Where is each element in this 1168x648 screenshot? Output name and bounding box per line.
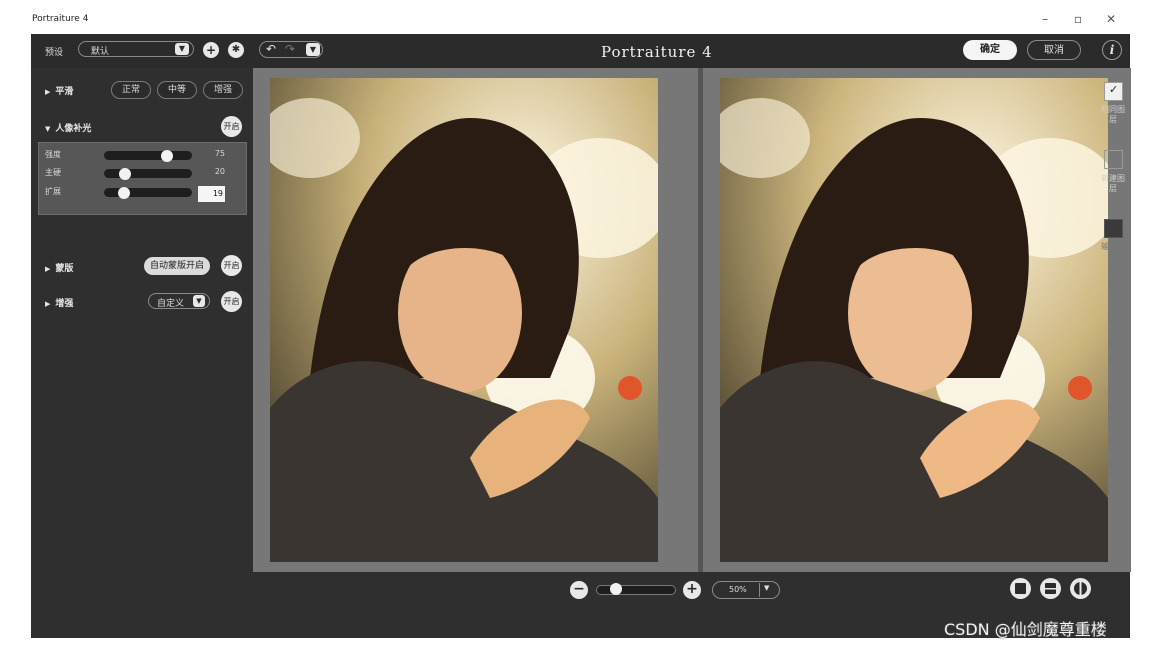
split-horizontal-icon: [1045, 583, 1056, 594]
preset-select[interactable]: 默认 ▼: [78, 41, 194, 57]
enhance-select-value: 自定义: [157, 299, 185, 309]
split-vertical-view-button[interactable]: [1070, 578, 1091, 599]
portrait-light-section-header[interactable]: ▼ 人像补光: [45, 121, 91, 134]
portrait-light-sliders: 强度 75 主硬 20 扩展 19: [38, 142, 247, 215]
watermark: CSDN @仙剑魔尊重楼: [944, 620, 1107, 639]
smooth-strong-button[interactable]: 增强: [203, 81, 243, 99]
preview-area: [253, 68, 1131, 572]
portrait-light-toggle[interactable]: 开启: [221, 116, 242, 137]
zoom-out-button[interactable]: −: [570, 581, 588, 599]
info-button[interactable]: i: [1102, 40, 1122, 60]
hardness-slider[interactable]: [104, 167, 192, 180]
zoom-slider-knob[interactable]: [609, 583, 622, 595]
single-view-button[interactable]: [1010, 578, 1031, 599]
minimize-icon[interactable]: –: [1038, 12, 1052, 26]
window-title: Portraiture 4: [32, 14, 89, 24]
portrait-light-label: 人像补光: [55, 124, 92, 134]
chevron-down-icon: ▼: [193, 295, 205, 307]
gear-icon: ✱: [231, 44, 241, 55]
same-layer-checkbox[interactable]: ✓: [1104, 82, 1123, 101]
auto-mask-button[interactable]: 自动蒙版开启: [144, 257, 210, 275]
minus-icon: −: [573, 581, 585, 597]
preview-divider[interactable]: [698, 68, 703, 572]
chevron-down-icon: ▼: [175, 43, 189, 55]
slider-value: 20: [214, 167, 225, 176]
zoom-in-button[interactable]: +: [683, 581, 701, 599]
slider-label: 扩展: [45, 187, 61, 196]
preset-value: 默认: [91, 47, 110, 57]
app-window: 预设 默认 ▼ + ✱ ↶ ↷ ▼ Portraiture 4 确定 取消 i …: [31, 34, 1131, 638]
preset-label: 预设: [45, 48, 64, 58]
zoom-value: 50%: [729, 585, 747, 594]
smooth-label: 平滑: [55, 87, 74, 97]
extend-value-input[interactable]: 19: [198, 186, 225, 202]
extend-slider[interactable]: [104, 186, 192, 199]
expand-triangle-icon: ▶: [45, 265, 51, 273]
preview-photo[interactable]: [720, 78, 1108, 562]
close-icon[interactable]: ✕: [1104, 12, 1118, 26]
window-titlebar: [0, 0, 1168, 34]
history-controls: ↶ ↷ ▼: [259, 41, 323, 58]
collapse-triangle-icon: ▼: [45, 125, 51, 133]
chevron-down-icon: ▼: [764, 584, 770, 592]
smooth-medium-button[interactable]: 中等: [157, 81, 197, 99]
confirm-button[interactable]: 确定: [963, 40, 1017, 60]
check-icon: ✓: [1109, 83, 1119, 96]
mask-label: 蒙版: [55, 264, 74, 274]
slider-knob[interactable]: [118, 186, 131, 199]
output-mask-checkbox: [1104, 219, 1123, 238]
expand-triangle-icon: ▶: [45, 88, 51, 96]
split-horizontal-view-button[interactable]: [1040, 578, 1061, 599]
add-preset-button[interactable]: +: [203, 42, 219, 58]
enhance-label: 增强: [55, 299, 74, 309]
app-logo: Portraiture 4: [601, 43, 713, 61]
smooth-section-header[interactable]: ▶ 平滑: [45, 84, 73, 97]
zoom-select-divider: [759, 583, 760, 597]
restore-icon[interactable]: ▫: [1071, 12, 1085, 26]
mask-section-header[interactable]: ▶ 蒙版: [45, 261, 73, 274]
undo-icon[interactable]: ↶: [266, 42, 276, 56]
enhance-select[interactable]: 自定义 ▼: [148, 293, 210, 309]
mask-toggle[interactable]: 开启: [221, 255, 242, 276]
smooth-normal-button[interactable]: 正常: [111, 81, 151, 99]
top-bar: 预设 默认 ▼ + ✱ ↶ ↷ ▼ Portraiture 4 确定 取消 i: [31, 34, 1130, 68]
enhance-section-header[interactable]: ▶ 增强: [45, 296, 73, 309]
single-view-icon: [1015, 583, 1026, 594]
slider-knob[interactable]: [161, 149, 173, 162]
new-layer-label: 新建图层: [1101, 174, 1125, 193]
settings-panel: ▶ 平滑 正常 中等 增强 ▼ 人像补光 开启 强度 75 主硬 20 扩展 19: [31, 68, 253, 638]
original-photo[interactable]: [270, 78, 658, 562]
slider-label: 强度: [45, 150, 61, 159]
slider-label: 主硬: [45, 168, 61, 177]
strength-slider[interactable]: [104, 149, 192, 162]
enhance-toggle[interactable]: 开启: [221, 291, 242, 312]
history-chevron-down-icon[interactable]: ▼: [306, 43, 320, 56]
zoom-select[interactable]: 50% ▼: [712, 581, 780, 599]
zoom-slider[interactable]: [596, 585, 676, 595]
new-layer-checkbox[interactable]: [1104, 150, 1123, 169]
redo-icon[interactable]: ↷: [285, 42, 295, 56]
preset-settings-button[interactable]: ✱: [228, 42, 244, 58]
cancel-button[interactable]: 取消: [1027, 40, 1081, 60]
slider-knob[interactable]: [119, 167, 132, 180]
expand-triangle-icon: ▶: [45, 300, 51, 308]
plus-icon: +: [686, 581, 698, 597]
split-vertical-icon: [1074, 582, 1087, 595]
slider-value: 75: [214, 149, 225, 158]
same-layer-label: 相同图层: [1101, 105, 1125, 124]
output-mask-label: 输出蒙板: [1101, 242, 1125, 261]
plus-icon: +: [205, 43, 217, 57]
